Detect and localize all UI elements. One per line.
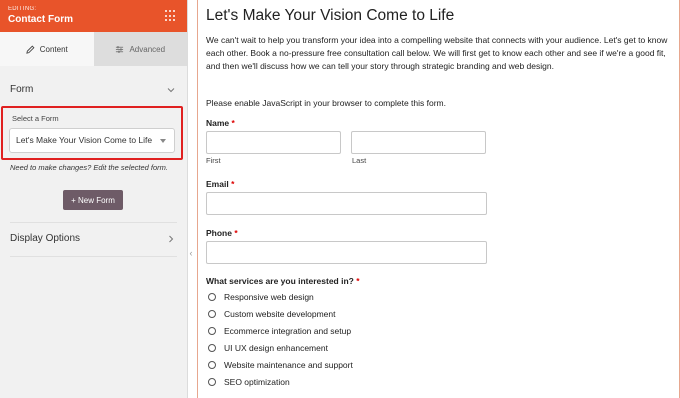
grid-icon[interactable] <box>165 10 177 22</box>
edit-form-hint[interactable]: Need to make changes? Edit the selected … <box>10 162 176 173</box>
service-option-label: Responsive web design <box>224 292 314 302</box>
caret-down-icon <box>160 139 166 143</box>
select-form-label: Select a Form <box>12 114 59 123</box>
tab-advanced-label: Advanced <box>129 44 166 54</box>
name-field-label: Name * <box>206 118 235 128</box>
javascript-note: Please enable JavaScript in your browser… <box>206 98 447 108</box>
form-intro: We can't wait to help you transform your… <box>206 35 668 71</box>
panel-title: Contact Form <box>8 14 73 25</box>
tab-content-label: Content <box>39 44 68 54</box>
radio-button[interactable] <box>208 310 216 318</box>
service-option[interactable]: SEO optimization <box>208 377 290 387</box>
service-option-label: SEO optimization <box>224 377 290 387</box>
panel-header: EDITING: Contact Form <box>0 0 187 32</box>
radio-button[interactable] <box>208 361 216 369</box>
editing-label: EDITING: <box>8 6 37 12</box>
first-name-label: First <box>206 156 221 165</box>
tab-content[interactable]: Content <box>0 32 94 66</box>
display-options-label: Display Options <box>10 233 81 244</box>
service-option-label: Custom website development <box>224 309 336 319</box>
sliders-icon <box>116 45 124 53</box>
last-name-label: Last <box>352 156 367 165</box>
email-field-label: Email * <box>206 179 235 189</box>
radio-button[interactable] <box>208 327 216 335</box>
last-name-input[interactable] <box>351 131 486 154</box>
first-name-input[interactable] <box>206 131 341 154</box>
panel-tabs: Content Advanced <box>0 32 187 66</box>
tab-advanced[interactable]: Advanced <box>93 32 187 66</box>
service-option[interactable]: Ecommerce integration and setup <box>208 326 351 336</box>
form-section-label: Form <box>10 84 34 95</box>
form-select[interactable]: Let's Make Your Vision Come to Life <box>9 128 175 153</box>
form-select-highlight: Select a Form Let's Make Your Vision Com… <box>1 106 183 160</box>
display-options-toggle[interactable]: Display Options <box>10 233 175 244</box>
service-option[interactable]: Custom website development <box>208 309 336 319</box>
chevron-down-icon <box>167 87 175 92</box>
chevron-right-icon <box>169 235 174 242</box>
radio-button[interactable] <box>208 378 216 386</box>
pencil-icon <box>26 45 35 54</box>
collapse-panel-icon[interactable]: ‹ <box>188 246 194 260</box>
form-preview: Let's Make Your Vision Come to Life We c… <box>197 0 680 398</box>
service-option-label: Ecommerce integration and setup <box>224 326 352 336</box>
form-title: Let's Make Your Vision Come to Life <box>206 7 455 24</box>
divider <box>10 222 177 223</box>
service-option-label: UI UX design enhancement <box>224 343 328 353</box>
radio-button[interactable] <box>208 293 216 301</box>
service-option[interactable]: UI UX design enhancement <box>208 343 328 353</box>
service-option-label: Website maintenance and support <box>224 360 353 370</box>
service-option[interactable]: Website maintenance and support <box>208 360 353 370</box>
phone-field-label: Phone * <box>206 228 238 238</box>
new-form-button[interactable]: + New Form <box>63 190 123 210</box>
editor-panel: EDITING: Contact Form Content Advanced F… <box>0 0 188 398</box>
email-input[interactable] <box>206 192 487 215</box>
radio-button[interactable] <box>208 344 216 352</box>
form-select-value: Let's Make Your Vision Come to Life <box>16 135 153 145</box>
service-option[interactable]: Responsive web design <box>208 292 314 302</box>
divider <box>10 256 177 257</box>
services-field-label: What services are you interested in? * <box>206 276 360 286</box>
form-section-toggle[interactable]: Form <box>10 84 175 95</box>
phone-input[interactable] <box>206 241 487 264</box>
